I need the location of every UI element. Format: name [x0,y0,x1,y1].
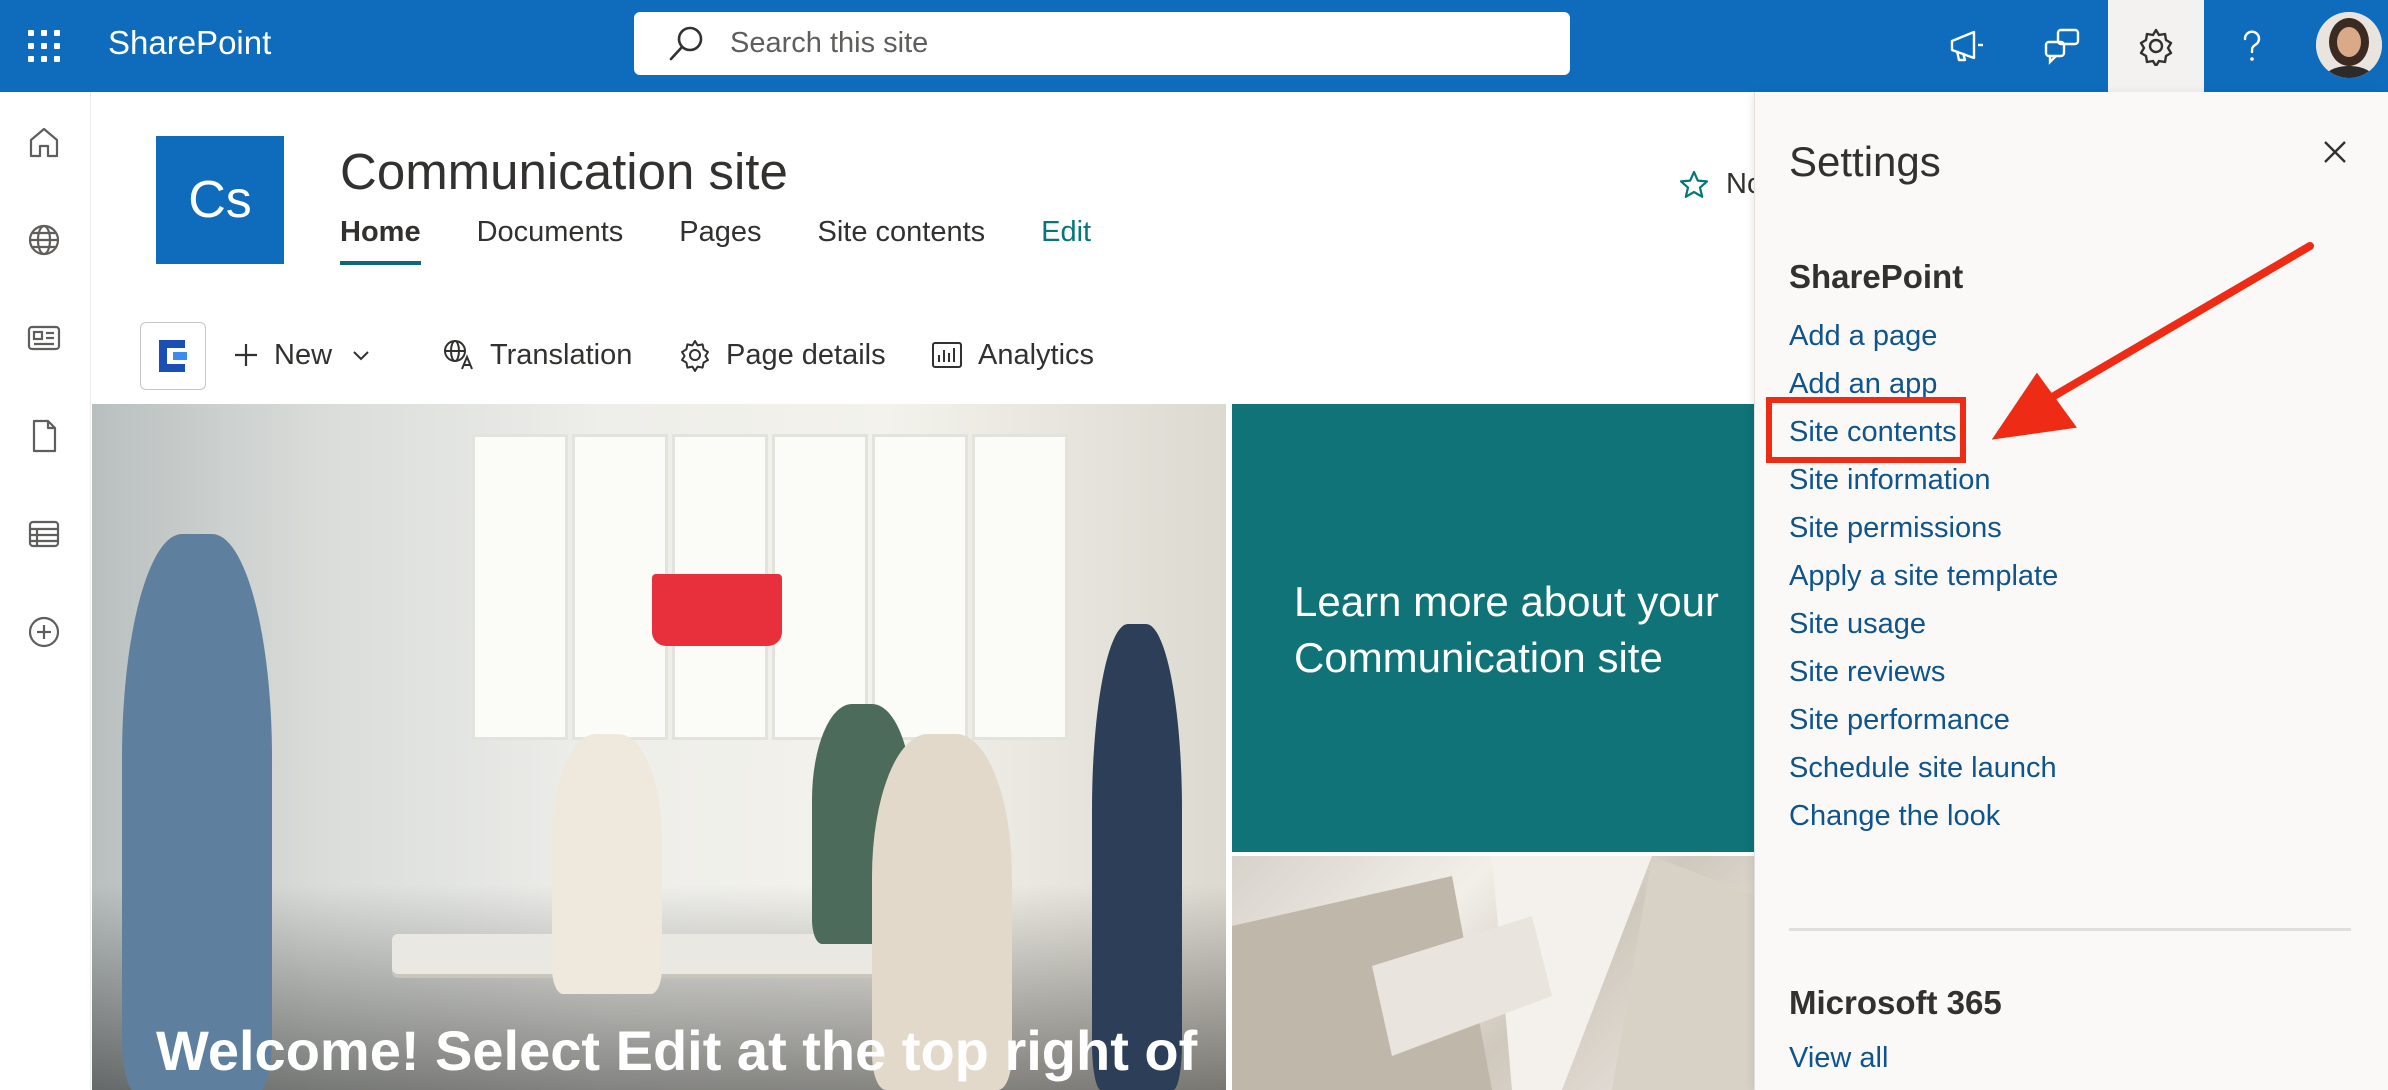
settings-panel-title: Settings [1789,138,1941,185]
analytics-button[interactable]: Analytics [930,332,1094,378]
link-site-usage[interactable]: Site usage [1789,600,2058,648]
view-all-link[interactable]: View all [1789,1042,1888,1075]
translation-icon [444,340,473,370]
search-icon [669,26,703,60]
new-button[interactable]: New [232,332,386,378]
analytics-chart-icon [932,342,962,368]
site-search-box[interactable] [634,12,1570,75]
plus-icon [235,344,257,366]
link-schedule-site-launch[interactable]: Schedule site launch [1789,744,2058,792]
architecture-decor [1232,856,1756,1090]
hero-window-decor [772,434,868,740]
app-launcher-icon[interactable] [20,22,68,70]
link-site-performance[interactable]: Site performance [1789,696,2058,744]
user-avatar[interactable] [2316,12,2382,78]
microsoft-365-heading: Microsoft 365 [1789,984,2002,1021]
link-change-the-look[interactable]: Change the look [1789,792,2058,840]
create-add-icon[interactable] [22,610,66,654]
learn-more-text: Learn more about your Communication site [1294,578,1719,681]
star-icon [1679,170,1709,198]
translation-label: Translation [490,338,633,371]
hero-welcome-text: Welcome! Select Edit at the top right of [156,1019,1198,1082]
hero-image-tile[interactable]: Welcome! Select Edit at the top right of [92,404,1226,1090]
red-lamp-decor [652,574,782,646]
hero-window-decor [972,434,1068,740]
close-icon[interactable] [2311,128,2359,176]
app-bar-logo-button[interactable] [140,322,206,390]
new-label: New [274,338,333,371]
link-site-reviews[interactable]: Site reviews [1789,648,2058,696]
gear-icon [681,340,709,372]
settings-panel: Settings SharePoint Add a page Add an ap… [1754,92,2388,1090]
nav-site-contents[interactable]: Site contents [817,216,985,265]
hero-window-decor [472,434,568,740]
translation-button[interactable]: Translation [442,332,632,378]
follow-button[interactable]: No [1678,168,1763,201]
file-icon[interactable] [22,414,66,458]
lists-icon[interactable] [22,512,66,556]
home-icon[interactable] [22,120,66,164]
settings-gear-icon[interactable] [2108,0,2204,92]
nav-edit[interactable]: Edit [1041,216,1091,265]
link-site-permissions[interactable]: Site permissions [1789,504,2058,552]
viva-connections-icon [159,340,187,372]
site-logo[interactable]: Cs [156,136,284,264]
highlight-box [1766,397,1966,463]
suite-header: SharePoint [0,0,2388,92]
community-chat-icon[interactable] [2014,0,2110,92]
page-command-bar: New Translation Page details Analytics [92,320,1752,390]
site-navigation: Home Documents Pages Site contents Edit [340,216,1091,265]
link-apply-site-template[interactable]: Apply a site template [1789,552,2058,600]
search-input[interactable] [728,26,1532,61]
sharepoint-brand-link[interactable]: SharePoint [108,24,271,62]
help-question-icon[interactable] [2204,0,2300,92]
page-details-button[interactable]: Page details [678,332,886,378]
link-add-a-page[interactable]: Add a page [1789,312,2058,360]
link-site-information[interactable]: Site information [1789,456,2058,504]
person-figure [122,534,272,1090]
globe-icon[interactable] [22,218,66,262]
architecture-image-tile[interactable] [1232,856,1756,1090]
hero-window-decor [872,434,968,740]
chevron-down-icon [353,351,369,361]
page-details-label: Page details [726,338,886,371]
nav-pages[interactable]: Pages [679,216,761,265]
person-figure [552,734,662,994]
site-title[interactable]: Communication site [340,142,788,201]
sharepoint-settings-links: Add a page Add an app Site contents Site… [1789,312,2058,840]
nav-documents[interactable]: Documents [477,216,624,265]
left-app-rail [0,92,91,1090]
announcements-megaphone-icon[interactable] [1918,0,2014,92]
nav-home[interactable]: Home [340,216,421,265]
panel-divider [1789,928,2351,931]
sharepoint-section-heading: SharePoint [1789,258,1964,295]
analytics-label: Analytics [978,338,1095,371]
news-icon[interactable] [22,316,66,360]
learn-more-tile[interactable]: Learn more about your Communication site [1232,404,1756,852]
